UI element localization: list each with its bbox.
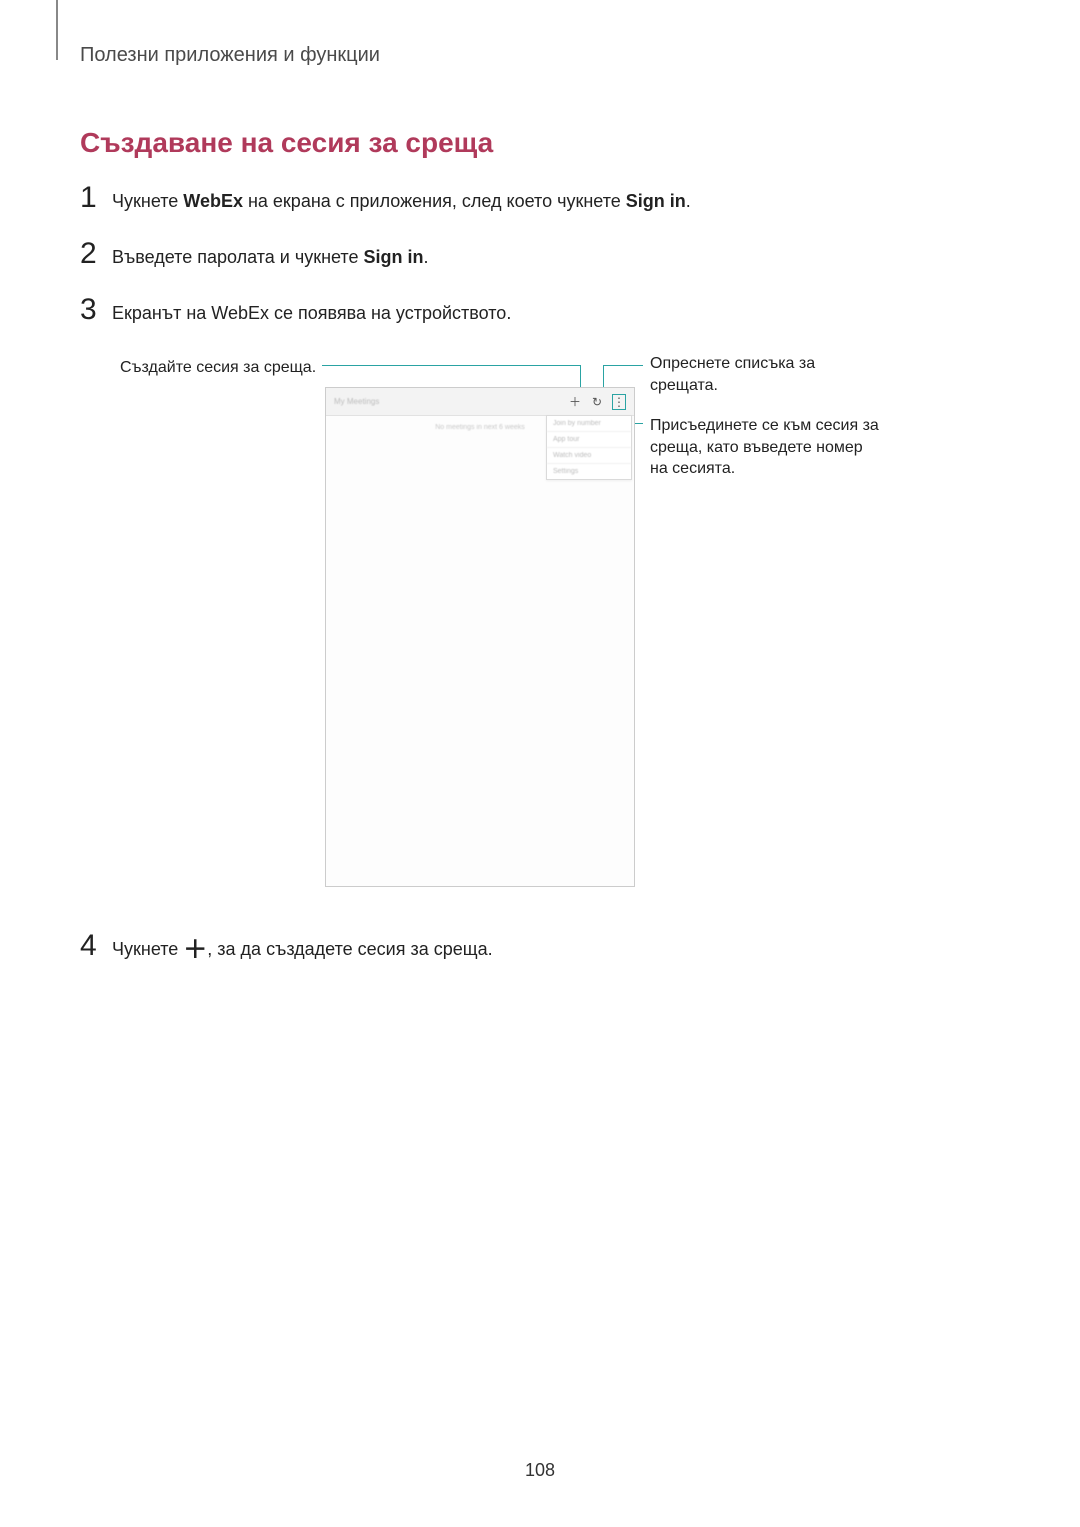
menu-item-app-tour[interactable]: App tour xyxy=(547,432,631,448)
step-4-post: , за да създадете сесия за среща. xyxy=(207,939,492,959)
step-4: 4 Чукнете ＋, за да създадете сесия за ср… xyxy=(80,929,1000,963)
step-3: 3 Екранът на WebEx се появява на устройс… xyxy=(80,293,1000,327)
step-1-number: 1 xyxy=(80,181,112,215)
step-4-number: 4 xyxy=(80,929,112,963)
device-header-icons: ＋ ↻ ⋮ xyxy=(568,394,626,410)
connector-create-h xyxy=(322,365,580,366)
plus-icon: ＋ xyxy=(183,936,207,963)
step-1-text: Чукнете WebEx на екрана с приложения, сл… xyxy=(112,189,691,214)
menu-item-settings[interactable]: Settings xyxy=(547,464,631,479)
page-header: Полезни приложения и функции xyxy=(80,44,1000,67)
callout-create-session: Създайте сесия за среща. xyxy=(120,357,320,379)
step-1-pre: Чукнете xyxy=(112,191,183,211)
step-1-bold1: WebEx xyxy=(183,191,243,211)
step-2-bold1: Sign in xyxy=(363,247,423,267)
step-2-number: 2 xyxy=(80,237,112,271)
step-2: 2 Въведете паролата и чукнете Sign in. xyxy=(80,237,1000,271)
step-1: 1 Чукнете WebEx на екрана с приложения, … xyxy=(80,181,1000,215)
more-icon[interactable]: ⋮ xyxy=(612,394,626,410)
device-header-title: My Meetings xyxy=(334,397,568,406)
page-number: 108 xyxy=(0,1460,1080,1481)
step-4-text: Чукнете ＋, за да създадете сесия за срещ… xyxy=(112,937,493,962)
connector-refresh-h xyxy=(603,365,643,366)
refresh-icon[interactable]: ↻ xyxy=(590,395,604,409)
device-dropdown-menu: Join by number App tour Watch video Sett… xyxy=(546,415,632,480)
callout-join-by-number: Присъединете се към сесия за среща, като… xyxy=(650,415,880,480)
step-2-pre: Въведете паролата и чукнете xyxy=(112,247,363,267)
step-2-post: . xyxy=(423,247,428,267)
step-1-mid: на екрана с приложения, след което чукне… xyxy=(243,191,626,211)
step-1-bold2: Sign in xyxy=(626,191,686,211)
webex-diagram: Създайте сесия за среща. Опреснете списъ… xyxy=(90,349,990,909)
menu-item-join-by-number[interactable]: Join by number xyxy=(547,416,631,432)
add-icon[interactable]: ＋ xyxy=(568,395,582,409)
step-1-post: . xyxy=(686,191,691,211)
header-rule xyxy=(56,0,58,60)
step-4-pre: Чукнете xyxy=(112,939,183,959)
step-2-text: Въведете паролата и чукнете Sign in. xyxy=(112,245,429,270)
section-title: Създаване на сесия за среща xyxy=(80,127,1000,159)
callout-refresh-list: Опреснете списъка за срещата. xyxy=(650,353,850,396)
device-header: My Meetings ＋ ↻ ⋮ xyxy=(326,388,634,416)
step-3-text: Екранът на WebEx се появява на устройств… xyxy=(112,301,511,326)
menu-item-watch-video[interactable]: Watch video xyxy=(547,448,631,464)
step-3-number: 3 xyxy=(80,293,112,327)
